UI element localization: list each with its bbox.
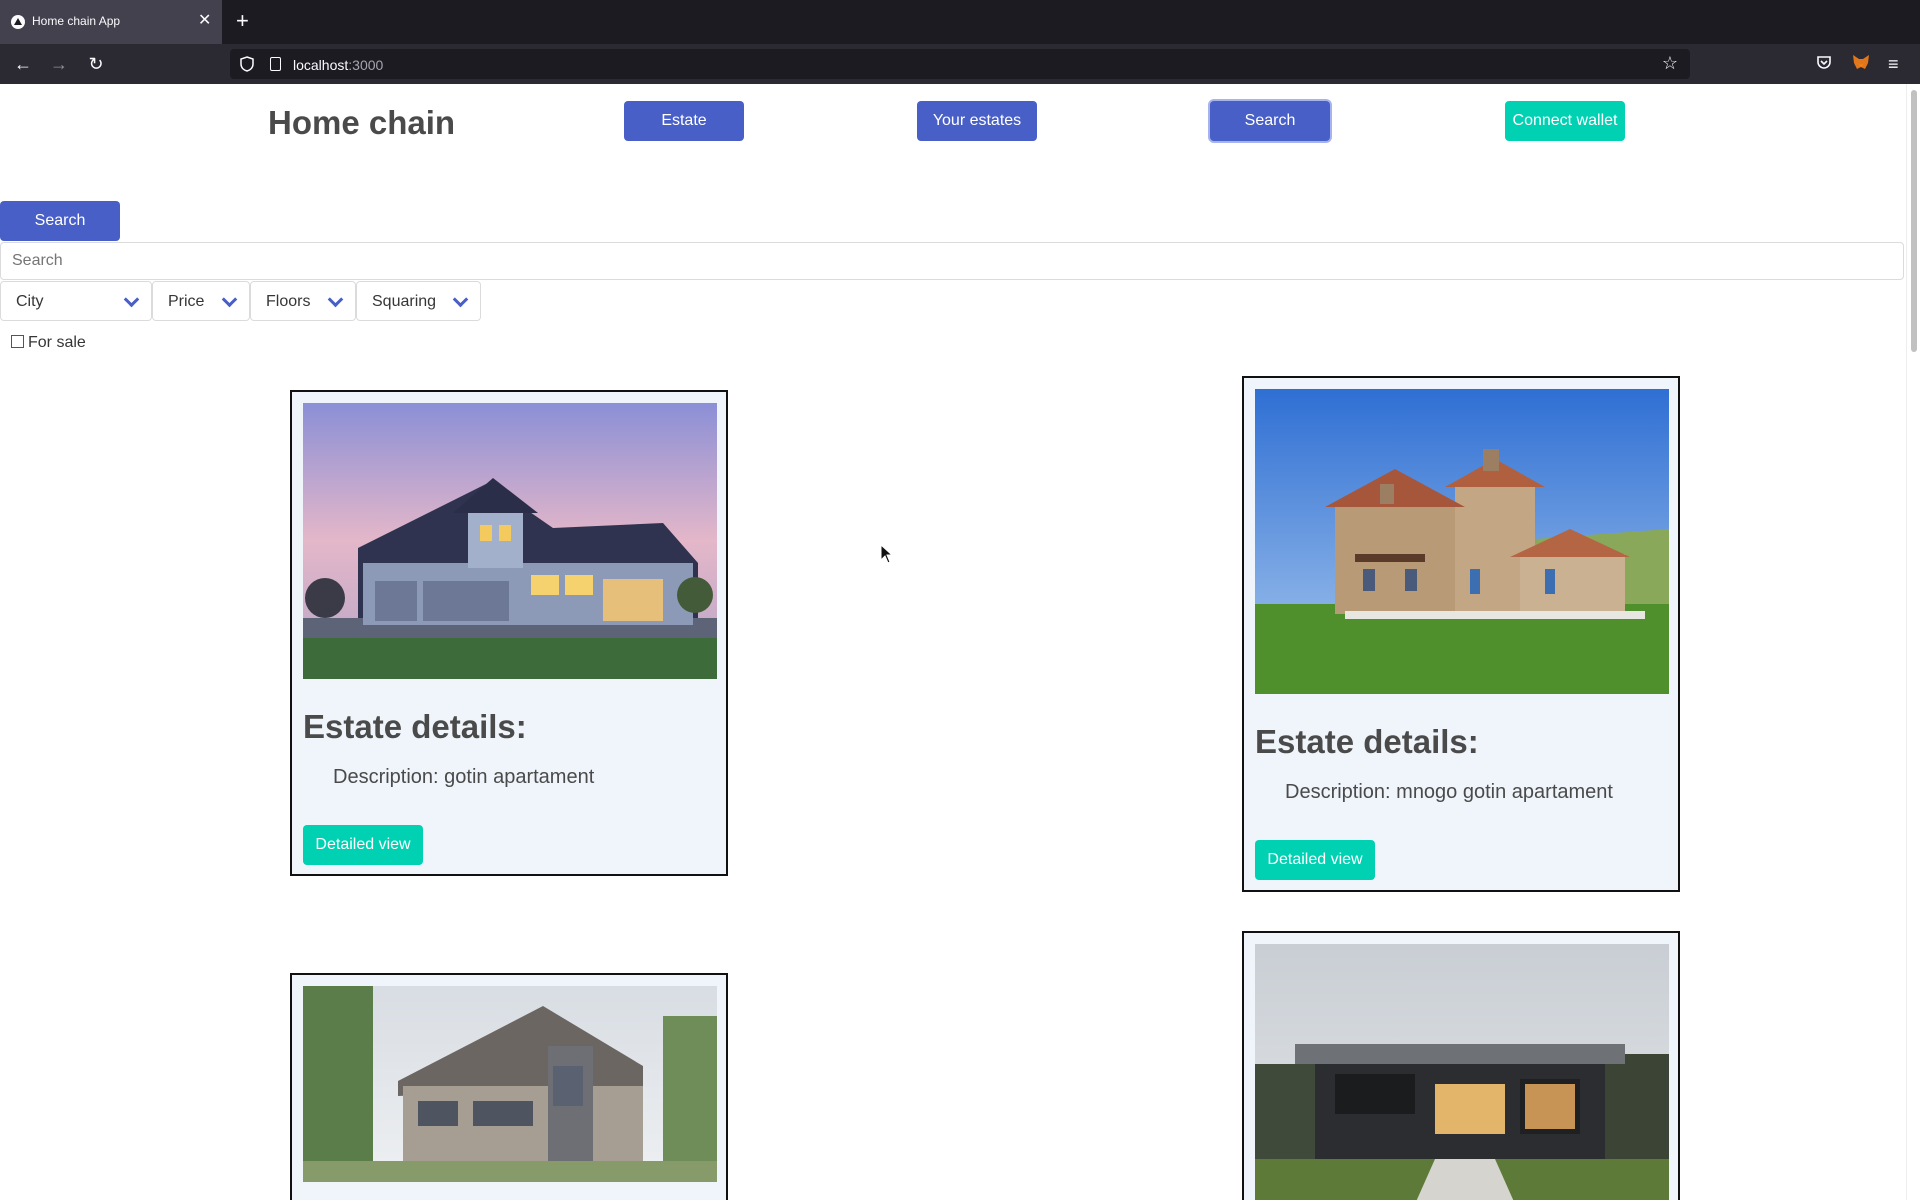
close-tab-icon[interactable]: ✕ xyxy=(198,11,211,31)
detailed-view-button[interactable]: Detailed view xyxy=(303,825,423,865)
chevron-down-icon xyxy=(327,291,344,308)
for-sale-checkbox[interactable] xyxy=(11,335,24,348)
city-select[interactable]: City xyxy=(0,281,152,321)
chevron-down-icon xyxy=(452,291,469,308)
estate-card xyxy=(1242,931,1680,1200)
scrollbar-thumb[interactable] xyxy=(1911,90,1917,352)
bookmark-star-icon[interactable]: ☆ xyxy=(1662,53,1678,74)
page-icon xyxy=(270,57,281,71)
squaring-select[interactable]: Squaring xyxy=(356,281,481,321)
app-favicon-icon xyxy=(11,15,25,29)
page-content: Home chain Estate Your estates Search Co… xyxy=(0,84,1906,1200)
browser-tab-strip: Home chain App ✕ + xyxy=(0,0,1920,44)
search-nav-button[interactable]: Search xyxy=(1210,101,1330,141)
for-sale-filter[interactable]: For sale xyxy=(11,334,86,352)
browser-tab[interactable]: Home chain App ✕ xyxy=(0,0,222,44)
new-tab-icon[interactable]: + xyxy=(236,9,249,33)
floors-select[interactable]: Floors xyxy=(250,281,356,321)
back-icon[interactable]: ← xyxy=(11,52,35,76)
city-select-label: City xyxy=(16,293,44,310)
estate-card-description: Description: mnogo gotin apartament xyxy=(1285,781,1613,803)
pocket-icon[interactable] xyxy=(1816,54,1832,70)
floors-select-label: Floors xyxy=(266,293,311,310)
search-input[interactable] xyxy=(0,242,1904,280)
browser-toolbar: ← → ↻ localhost:3000 ☆ ≡ xyxy=(0,44,1920,84)
estate-photo xyxy=(1255,389,1669,694)
estate-card: Estate details: Description: mnogo gotin… xyxy=(1242,376,1680,892)
estate-card xyxy=(290,973,728,1200)
estate-button[interactable]: Estate xyxy=(624,101,744,141)
estate-card-description: Description: gotin apartament xyxy=(333,766,595,788)
mouse-cursor-icon xyxy=(880,544,894,564)
estate-photo xyxy=(1255,944,1669,1200)
reload-icon[interactable]: ↻ xyxy=(84,52,108,76)
estate-card-title: Estate details: xyxy=(303,708,527,745)
forward-icon[interactable]: → xyxy=(47,52,71,76)
url-bar[interactable]: localhost:3000 ☆ xyxy=(230,49,1690,79)
squaring-select-label: Squaring xyxy=(372,293,437,310)
shield-icon xyxy=(240,56,254,72)
url-host: localhost xyxy=(293,57,349,73)
menu-icon[interactable]: ≡ xyxy=(1888,54,1899,74)
chevron-down-icon xyxy=(123,291,140,308)
metamask-fox-icon[interactable] xyxy=(1852,54,1870,70)
url-text: localhost:3000 xyxy=(293,57,383,73)
page-scrollbar[interactable] xyxy=(1906,84,1920,1200)
price-select-label: Price xyxy=(168,293,205,310)
search-button[interactable]: Search xyxy=(0,201,120,241)
estate-photo xyxy=(303,986,717,1182)
estate-photo xyxy=(303,403,717,679)
price-select[interactable]: Price xyxy=(152,281,250,321)
detailed-view-button[interactable]: Detailed view xyxy=(1255,840,1375,880)
estate-card-title: Estate details: xyxy=(1255,723,1479,760)
brand-title: Home chain xyxy=(268,104,456,141)
connect-wallet-button[interactable]: Connect wallet xyxy=(1505,101,1625,141)
estate-card: Estate details: Description: gotin apart… xyxy=(290,390,728,876)
url-port: :3000 xyxy=(348,57,384,73)
chevron-down-icon xyxy=(221,291,238,308)
tab-title: Home chain App xyxy=(32,14,121,28)
your-estates-button[interactable]: Your estates xyxy=(917,101,1037,141)
for-sale-label: For sale xyxy=(28,334,86,351)
